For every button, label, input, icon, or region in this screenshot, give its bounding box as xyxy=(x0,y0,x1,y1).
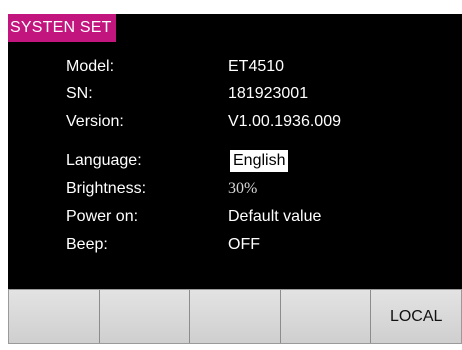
beep-label: Beep: xyxy=(66,236,108,253)
softkey-3[interactable] xyxy=(190,290,281,343)
local-button[interactable]: LOCAL xyxy=(371,290,461,343)
info-row-model: Model: ET4510 xyxy=(8,54,462,80)
power-on-value[interactable]: Default value xyxy=(228,204,321,230)
language-value[interactable]: English xyxy=(230,150,289,172)
setting-row-power-on[interactable]: Power on: Default value xyxy=(8,204,462,230)
sn-label: SN: xyxy=(66,85,93,102)
softkey-1[interactable] xyxy=(9,290,100,343)
version-label: Version: xyxy=(66,113,124,130)
info-row-sn: SN: 181923001 xyxy=(8,81,462,107)
page-title: SYSTEN SET xyxy=(8,14,116,42)
sn-value: 181923001 xyxy=(228,85,309,102)
system-set-panel: SYSTEN SET Model: ET4510 SN: 181923001 V… xyxy=(8,14,462,289)
power-on-label: Power on: xyxy=(66,208,139,225)
softkey-bar: LOCAL xyxy=(8,289,462,344)
softkey-4[interactable] xyxy=(280,290,372,343)
softkey-2[interactable] xyxy=(99,290,191,343)
info-row-version: Version: V1.00.1936.009 xyxy=(8,109,462,135)
device-screen: SYSTEN SET Model: ET4510 SN: 181923001 V… xyxy=(0,0,462,350)
brightness-value[interactable]: 30% xyxy=(228,176,257,202)
setting-row-beep[interactable]: Beep: OFF xyxy=(8,232,462,258)
setting-row-language[interactable]: Language: English xyxy=(8,148,462,174)
beep-value[interactable]: OFF xyxy=(228,232,260,258)
model-value: ET4510 xyxy=(228,58,285,75)
version-value: V1.00.1936.009 xyxy=(228,113,341,130)
model-label: Model: xyxy=(66,58,115,75)
language-label: Language: xyxy=(66,152,142,169)
brightness-label: Brightness: xyxy=(66,180,147,197)
setting-row-brightness[interactable]: Brightness: 30% xyxy=(8,176,462,202)
